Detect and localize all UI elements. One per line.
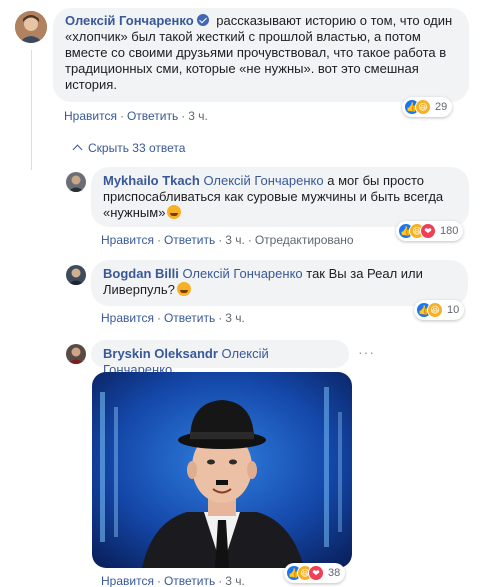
timestamp[interactable]: 3 ч. [225,574,245,587]
reaction-summary[interactable]: 👍 😆 ❤ 38 [284,563,346,583]
image-content [92,372,352,568]
hide-replies-label: Скрыть 33 ответа [88,141,186,155]
reaction-count: 180 [440,225,459,237]
timestamp[interactable]: 3 ч. [225,311,245,325]
comment-author[interactable]: Bryskin Oleksandr [103,346,218,361]
reply-link[interactable]: Ответить [127,109,178,123]
avatar-photo [66,265,86,285]
love-icon: ❤ [420,223,436,239]
comment-bubble: Bryskin Oleksandr Олексій Гончаренко [91,340,349,377]
reaction-count: 38 [328,567,341,579]
comment-actions: Нравится · Ответить · 3 ч. [64,109,208,123]
like-link[interactable]: Нравится [64,109,117,123]
like-link[interactable]: Нравится [101,574,154,587]
verified-badge-icon [196,14,209,26]
avatar[interactable] [66,265,86,285]
thread-line [31,50,32,170]
reaction-count: 29 [435,101,448,113]
reaction-count: 10 [447,304,460,316]
haha-icon: 😆 [427,302,443,318]
avatar-photo [66,172,86,192]
avatar[interactable] [66,344,86,364]
comment-author[interactable]: Олексій Гончаренко [65,13,194,28]
reply-link[interactable]: Ответить [164,233,215,247]
haha-icon: 😆 [415,99,431,115]
mention-link[interactable]: Олексій Гончаренко [203,173,323,188]
avatar[interactable] [66,172,86,192]
smiling-emoji-icon [167,205,182,219]
hide-replies-toggle[interactable]: Скрыть 33 ответа [72,141,186,155]
avatar[interactable] [15,11,47,43]
reaction-summary[interactable]: 👍 😆 10 [414,300,465,320]
comment-bubble: Bogdan Billi Олексій Гончаренко так Вы з… [91,260,468,306]
comment-author[interactable]: Mykhailo Tkach [103,173,200,188]
mention-link[interactable]: Олексій Гончаренко [182,266,302,281]
comment-actions: Нравится · Ответить · 3 ч. [101,574,245,587]
laughing-emoji-icon [176,282,191,296]
reply-link[interactable]: Ответить [164,311,215,325]
reply-link[interactable]: Ответить [164,574,215,587]
reaction-summary[interactable]: 👍 😆 ❤ 180 [396,221,464,241]
timestamp[interactable]: 3 ч. [188,109,208,123]
edited-label[interactable]: Отредактировано [255,233,354,247]
comment-author[interactable]: Bogdan Billi [103,266,179,281]
attached-image[interactable] [92,372,352,568]
chevron-up-icon [72,144,83,155]
timestamp[interactable]: 3 ч. [225,233,245,247]
comment-actions: Нравится · Ответить · 3 ч. · Отредактировано [101,233,354,247]
love-icon: ❤ [308,565,324,581]
comment-bubble: Олексій Гончаренко рассказывают историю … [53,8,469,102]
like-link[interactable]: Нравится [101,311,154,325]
avatar-photo [15,11,47,43]
avatar-photo [66,344,86,364]
more-options-icon[interactable]: ··· [358,344,375,360]
reaction-summary[interactable]: 👍 😆 29 [402,97,453,117]
like-link[interactable]: Нравится [101,233,154,247]
comment-actions: Нравится · Ответить · 3 ч. [101,311,245,325]
comment-bubble: Mykhailo Tkach Олексій Гончаренко а мог … [91,167,469,227]
